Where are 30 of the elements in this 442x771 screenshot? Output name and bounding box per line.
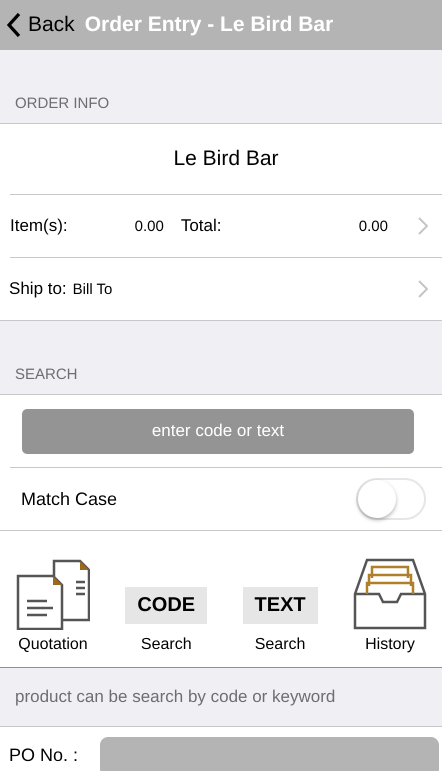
ship-to-value: Bill To (72, 280, 112, 298)
po-number-label: PO No. : (9, 745, 78, 766)
items-label: Item(s): (10, 216, 68, 236)
code-badge: CODE (125, 587, 208, 624)
history-button[interactable]: History (353, 558, 427, 654)
total-value: 0.00 (358, 218, 388, 234)
code-search-button[interactable]: CODE Search (125, 587, 208, 654)
screen-title: Order Entry - Le Bird Bar (84, 13, 334, 37)
chevron-right-icon (418, 280, 428, 298)
total-label: Total: (180, 216, 222, 236)
chevron-left-icon (6, 12, 22, 38)
search-field[interactable]: enter code or text (22, 408, 414, 454)
back-button[interactable]: Back (6, 12, 75, 38)
customer-name: Le Bird Bar (173, 147, 279, 171)
section-header: ORDER INFO (15, 95, 110, 112)
ship-to-row[interactable]: Ship to: Bill To (0, 258, 442, 321)
totals-row[interactable]: Item(s): 0.00 Total: 0.00 (10, 195, 442, 258)
chevron-right-icon (418, 217, 428, 235)
po-number-field[interactable] (100, 737, 439, 771)
hint-text: product can be search by code or keyword (15, 687, 336, 707)
match-case-toggle[interactable] (356, 478, 426, 520)
documents-icon (16, 558, 90, 630)
items-value: 0.00 (134, 218, 164, 234)
ship-to-label: Ship to: (9, 279, 67, 299)
section-header: SEARCH (15, 366, 78, 383)
text-search-button[interactable]: TEXT Search (242, 587, 318, 654)
text-badge: TEXT (242, 587, 318, 624)
file-tray-icon (353, 558, 427, 630)
match-case-label: Match Case (21, 488, 118, 510)
quotation-button[interactable]: Quotation (16, 558, 90, 654)
